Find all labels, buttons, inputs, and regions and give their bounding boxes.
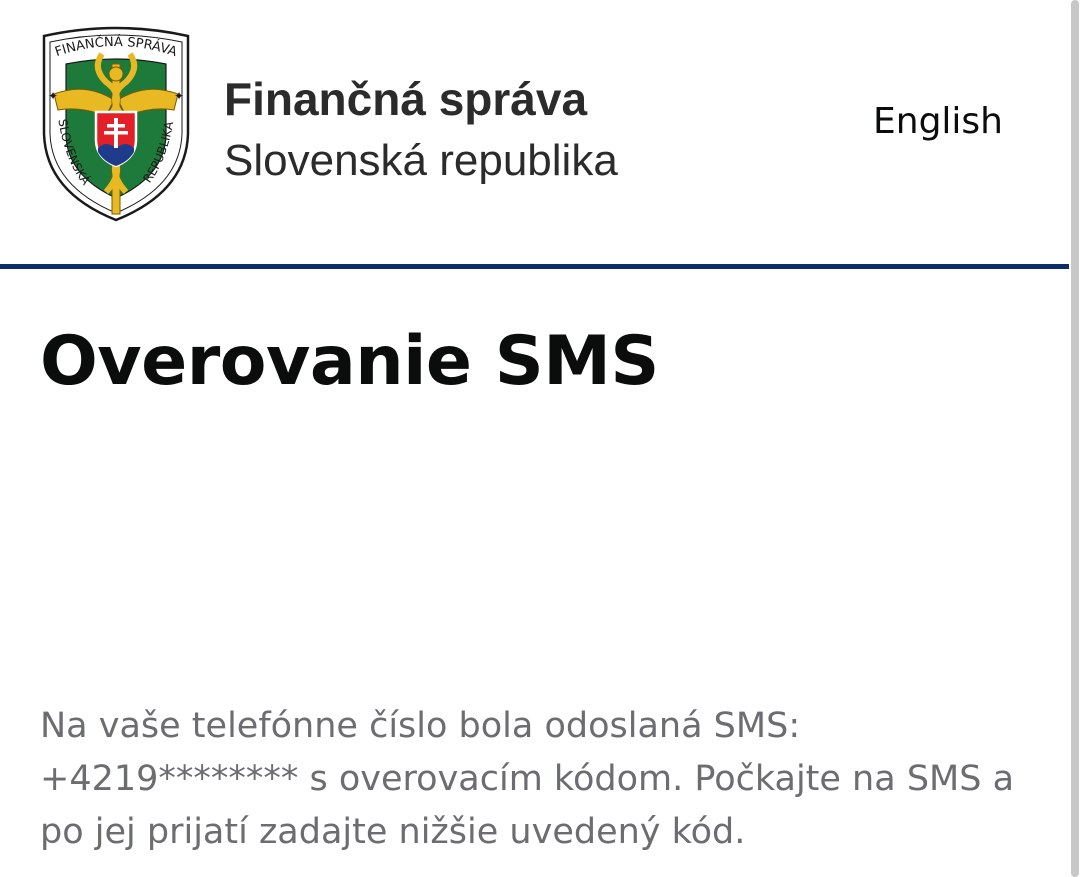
- financna-sprava-emblem-icon[interactable]: ✦ ✦ FINANČNÁ SPRÁVA SLOVENSKÁ REPUBLIKA: [36, 24, 196, 224]
- scrollbar-thumb[interactable]: [1071, 0, 1079, 877]
- brand-title: Finančná správa: [224, 73, 588, 125]
- sms-instructions-text: Na vaše telefónne číslo bola odoslaná SM…: [40, 706, 1015, 852]
- page-title: Overovanie SMS: [40, 322, 659, 401]
- header-divider: [0, 264, 1069, 269]
- site-header: ✦ ✦ FINANČNÁ SPRÁVA SLOVENSKÁ REPUBLIKA …: [0, 0, 1069, 264]
- brand-subtitle: Slovenská republika: [224, 136, 618, 185]
- scrollbar[interactable]: [1069, 0, 1081, 877]
- language-switch-link[interactable]: English: [873, 104, 1003, 140]
- svg-text:✦: ✦: [174, 89, 184, 103]
- svg-text:✦: ✦: [48, 89, 58, 103]
